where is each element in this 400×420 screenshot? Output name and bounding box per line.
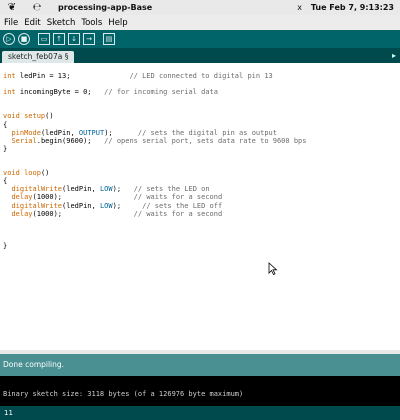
new-file-icon: ▭ xyxy=(40,34,48,43)
upload-arrow-icon: → xyxy=(86,34,92,43)
play-icon: ▷ xyxy=(6,34,12,43)
mouse-cursor-icon xyxy=(268,262,278,275)
tab-menu-arrow-icon[interactable]: ▸ xyxy=(392,51,396,60)
code-editor[interactable]: int ledPin = 13; // LED connected to dig… xyxy=(0,63,400,351)
serial-monitor-button[interactable]: ▤ xyxy=(103,33,115,45)
save-arrow-icon: ↓ xyxy=(71,34,77,43)
line-number-footer: 11 xyxy=(0,406,400,420)
verify-button[interactable]: ▷ xyxy=(3,33,15,45)
menu-help[interactable]: Help xyxy=(108,18,127,28)
menu-tools[interactable]: Tools xyxy=(81,18,102,28)
stop-button[interactable]: ■ xyxy=(18,33,30,45)
system-top-bar: ❦ ℮ processing-app-Base x Tue Feb 7, 9:1… xyxy=(0,0,400,16)
toolbar: ▷ ■ ▭ ↑ ↓ → ▤ xyxy=(0,30,400,48)
status-bar: Done compiling. xyxy=(0,354,400,376)
menubar: File Edit Sketch Tools Help xyxy=(0,15,400,30)
serial-monitor-icon: ▤ xyxy=(105,34,113,43)
console: Binary sketch size: 3118 bytes (of a 126… xyxy=(0,376,400,406)
open-button[interactable]: ↑ xyxy=(53,33,65,45)
tab-bar: sketch_feb07a § ▸ xyxy=(0,48,400,63)
open-arrow-icon: ↑ xyxy=(56,34,62,43)
code-text: int ledPin = 13; // LED connected to dig… xyxy=(3,72,307,250)
close-icon[interactable]: x xyxy=(297,3,302,12)
menu-edit[interactable]: Edit xyxy=(24,18,40,28)
console-message: Binary sketch size: 3118 bytes (of a 126… xyxy=(3,390,244,398)
processing-e-icon[interactable]: ℮ xyxy=(30,2,44,13)
app-logo-icon[interactable]: ❦ xyxy=(4,2,20,13)
new-button[interactable]: ▭ xyxy=(38,33,50,45)
menu-file[interactable]: File xyxy=(4,18,18,28)
menu-sketch[interactable]: Sketch xyxy=(47,18,76,28)
clock: Tue Feb 7, 9:13:23 xyxy=(310,3,394,12)
window-title: processing-app-Base xyxy=(58,3,153,12)
upload-button[interactable]: → xyxy=(83,33,95,45)
save-button[interactable]: ↓ xyxy=(68,33,80,45)
stop-icon: ■ xyxy=(20,34,28,43)
tab-sketch[interactable]: sketch_feb07a § xyxy=(2,51,75,63)
